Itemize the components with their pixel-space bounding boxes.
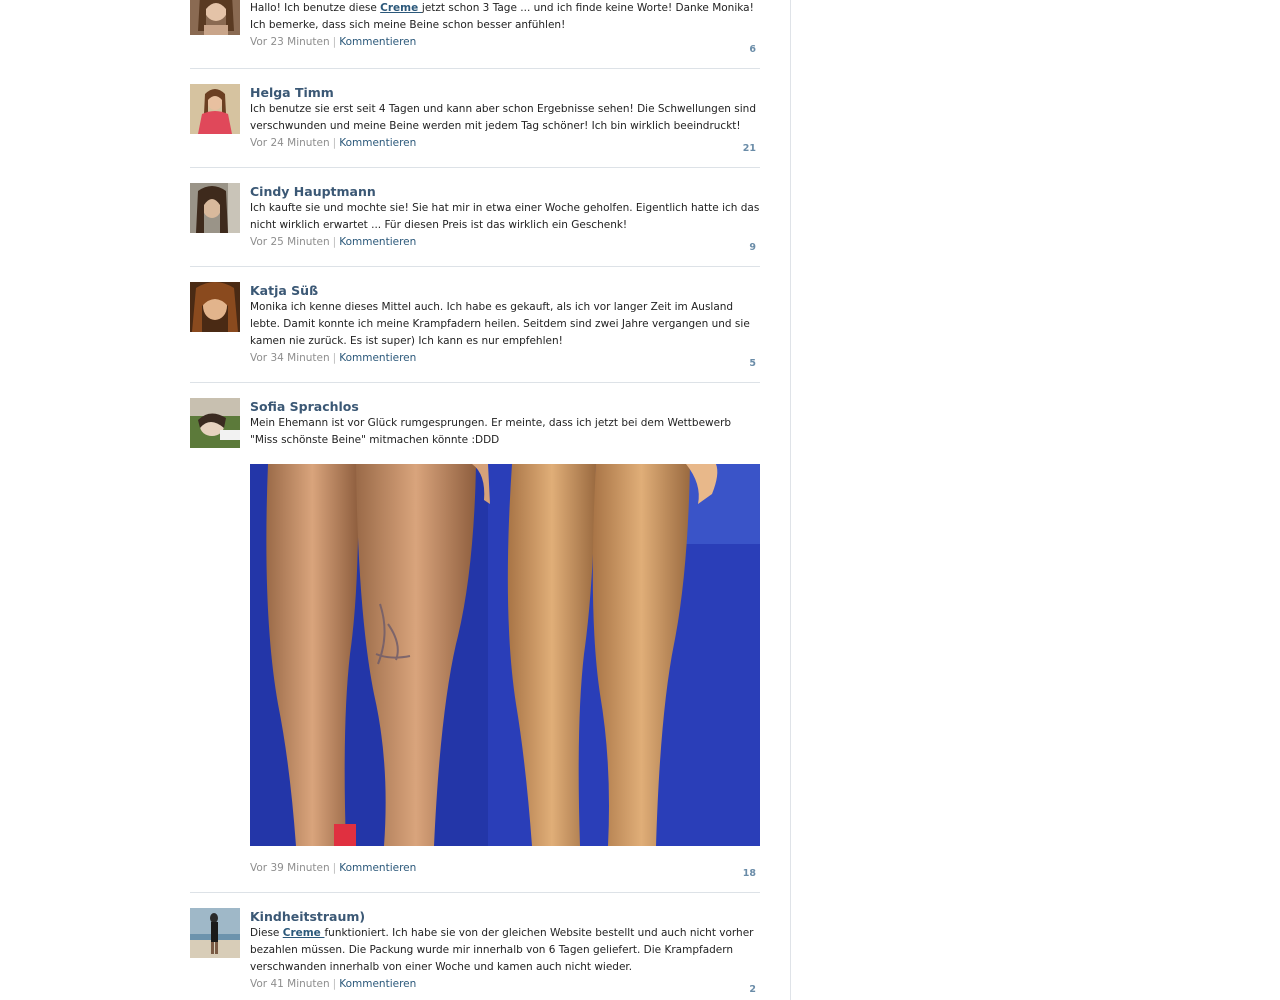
comment-text: Ich kaufte sie und mochte sie! Sie hat m…	[250, 202, 760, 231]
comment-divider	[190, 382, 760, 383]
comment-item: Katja Süß Monika ich kenne dieses Mittel…	[190, 282, 760, 374]
comment-item: Hallo! Ich benutze diese Creme jetzt sch…	[190, 0, 760, 65]
author-name[interactable]: Helga Timm	[250, 84, 760, 101]
reply-link[interactable]: Kommentieren	[339, 978, 416, 990]
author-name[interactable]: Kindheitstraum)	[250, 908, 760, 925]
comment-time: Vor 24 Minuten	[250, 137, 330, 149]
comment-body: Hallo! Ich benutze diese Creme jetzt sch…	[250, 0, 760, 51]
comment-body: Sofia Sprachlos Mein Ehemann ist vor Glü…	[250, 398, 760, 449]
comment-body: Helga Timm Ich benutze sie erst seit 4 T…	[250, 84, 760, 152]
comment-body: Kindheitstraum) Diese Creme funktioniert…	[250, 908, 760, 993]
comment-meta: Vor 34 Minuten | Kommentieren	[250, 352, 417, 364]
comment-time: Vor 34 Minuten	[250, 352, 330, 364]
author-name[interactable]: Katja Süß	[250, 282, 760, 299]
reply-link[interactable]: Kommentieren	[339, 236, 416, 248]
comment-divider	[190, 266, 760, 267]
comment-body: Katja Süß Monika ich kenne dieses Mittel…	[250, 282, 760, 367]
like-count[interactable]: 5	[749, 358, 756, 369]
reply-link[interactable]: Kommentieren	[339, 352, 416, 364]
creme-link[interactable]: Creme	[283, 927, 325, 939]
comment-meta: Vor 39 Minuten | Kommentieren	[250, 862, 417, 874]
column-divider	[790, 0, 791, 1000]
comment-text: Ich benutze sie erst seit 4 Tagen und ka…	[250, 103, 756, 132]
comment-item: Cindy Hauptmann Ich kaufte sie und mocht…	[190, 183, 760, 258]
comment-meta: Vor 41 Minuten | Kommentieren	[250, 978, 417, 990]
before-after-photo[interactable]	[250, 464, 760, 846]
comment-text: Hallo! Ich benutze diese Creme jetzt sch…	[250, 2, 754, 31]
avatar	[190, 84, 240, 134]
author-name[interactable]: Sofia Sprachlos	[250, 398, 760, 415]
like-count[interactable]: 18	[743, 868, 756, 879]
like-count[interactable]: 9	[749, 242, 756, 253]
comment-time: Vor 39 Minuten	[250, 862, 330, 874]
avatar	[190, 0, 240, 35]
avatar	[190, 908, 240, 958]
comment-divider	[190, 892, 760, 893]
like-count[interactable]: 2	[749, 984, 756, 995]
comment-item: Kindheitstraum) Diese Creme funktioniert…	[190, 908, 760, 1000]
comment-meta: Vor 23 Minuten | Kommentieren	[250, 36, 417, 48]
comment-body: Cindy Hauptmann Ich kaufte sie und mocht…	[250, 183, 760, 251]
like-count[interactable]: 21	[743, 143, 756, 154]
comment-meta: Vor 25 Minuten | Kommentieren	[250, 236, 417, 248]
comments-page: Hallo! Ich benutze diese Creme jetzt sch…	[0, 0, 1280, 1000]
comment-item: Helga Timm Ich benutze sie erst seit 4 T…	[190, 84, 760, 159]
author-name[interactable]: Cindy Hauptmann	[250, 183, 760, 200]
comment-meta: Vor 24 Minuten | Kommentieren	[250, 137, 417, 149]
comment-divider	[190, 167, 760, 168]
like-count[interactable]: 6	[749, 44, 756, 55]
creme-link[interactable]: Creme	[380, 2, 422, 14]
comment-text: Diese Creme funktioniert. Ich habe sie v…	[250, 927, 754, 973]
comment-time: Vor 41 Minuten	[250, 978, 330, 990]
reply-link[interactable]: Kommentieren	[339, 137, 416, 149]
comment-time: Vor 25 Minuten	[250, 236, 330, 248]
avatar	[190, 398, 240, 448]
comment-text: Mein Ehemann ist vor Glück rumgesprungen…	[250, 417, 732, 446]
comment-divider	[190, 68, 760, 69]
comment-time: Vor 23 Minuten	[250, 36, 330, 48]
avatar	[190, 282, 240, 332]
reply-link[interactable]: Kommentieren	[339, 36, 416, 48]
avatar	[190, 183, 240, 233]
reply-link[interactable]: Kommentieren	[339, 862, 416, 874]
comment-text: Monika ich kenne dieses Mittel auch. Ich…	[250, 301, 750, 347]
